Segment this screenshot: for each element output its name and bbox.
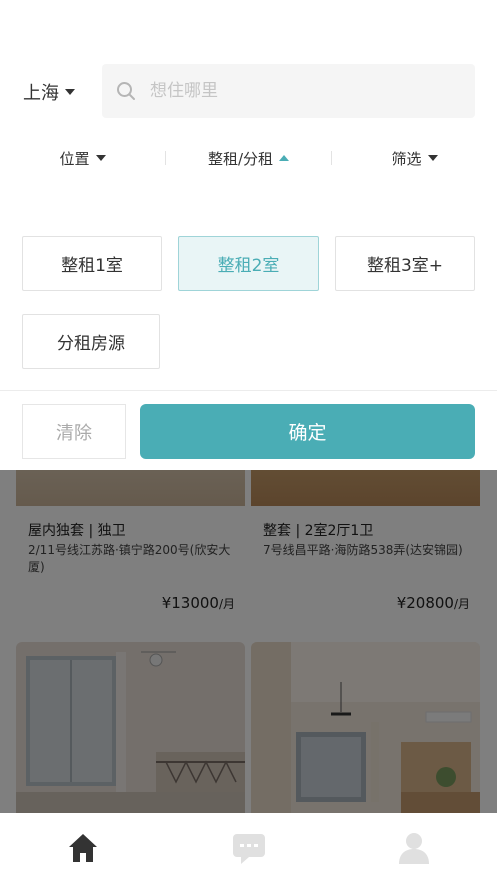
option-label: 整租2室 (217, 256, 280, 276)
option-shared[interactable]: 分租房源 (22, 314, 160, 369)
option-label: 整租1室 (61, 256, 123, 276)
option-whole-3room-plus[interactable]: 整租3室+ (335, 236, 475, 291)
search-input[interactable] (150, 81, 450, 101)
filter-more[interactable]: 筛选 (332, 148, 497, 169)
divider (0, 390, 497, 391)
dim-overlay[interactable] (0, 470, 497, 813)
city-selector[interactable]: 上海 (23, 79, 75, 105)
search-bar[interactable] (102, 64, 475, 118)
chevron-down-icon (427, 155, 438, 161)
chevron-up-icon (279, 155, 290, 161)
filter-rent-type[interactable]: 整租/分租 (166, 148, 331, 169)
search-icon (117, 82, 135, 100)
nav-messages[interactable] (166, 813, 332, 883)
filter-label: 位置 (59, 149, 90, 168)
chevron-down-icon (95, 155, 106, 161)
profile-icon (399, 833, 430, 864)
option-whole-1room[interactable]: 整租1室 (22, 236, 162, 291)
confirm-button[interactable]: 确定 (140, 404, 475, 459)
option-label: 分租房源 (57, 334, 125, 354)
nav-home[interactable] (0, 813, 166, 883)
option-whole-2room[interactable]: 整租2室 (178, 236, 319, 291)
filter-label: 整租/分租 (207, 149, 274, 168)
filter-label: 筛选 (391, 149, 422, 168)
nav-profile[interactable] (331, 813, 497, 883)
filter-tabs: 位置 整租/分租 筛选 (0, 140, 497, 176)
option-label: 整租3室+ (366, 256, 444, 276)
bottom-nav (0, 813, 497, 883)
message-icon (232, 834, 265, 864)
city-label: 上海 (23, 83, 59, 104)
filter-location[interactable]: 位置 (0, 148, 165, 169)
home-icon (68, 834, 97, 862)
filter-panel: 上海 位置 整租/分租 筛选 整租1室 整租2室 整租3室+ 分 (0, 0, 497, 470)
clear-button[interactable]: 清除 (22, 404, 126, 459)
chevron-down-icon (65, 89, 75, 95)
